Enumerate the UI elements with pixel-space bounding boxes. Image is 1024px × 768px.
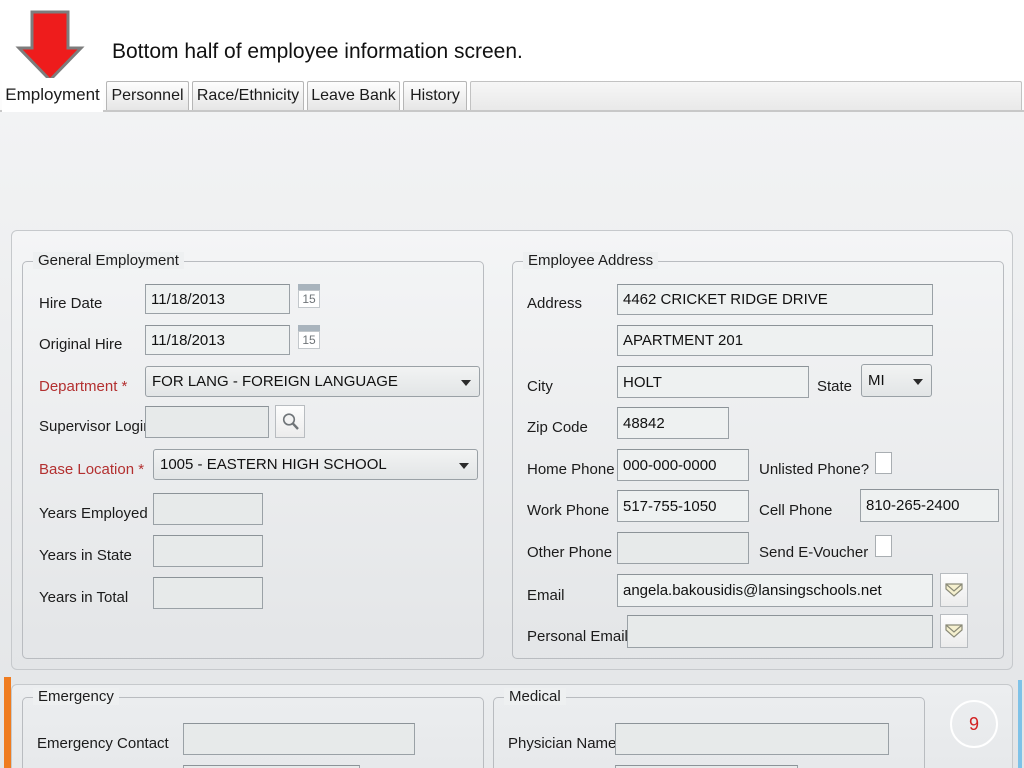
chevron-down-icon bbox=[461, 379, 471, 386]
search-icon bbox=[282, 413, 299, 430]
tab-leave-bank-label: Leave Bank bbox=[311, 87, 396, 104]
tab-employment[interactable]: Employment bbox=[2, 78, 103, 112]
emergency-contact-label: Emergency Contact bbox=[37, 735, 169, 752]
years-in-total-label: Years in Total bbox=[39, 589, 129, 606]
general-employment-group: General Employment Hire Date 11/18/2013 … bbox=[22, 252, 484, 659]
state-value: MI bbox=[868, 372, 885, 389]
tab-strip: Employment Personnel Race/Ethnicity Leav… bbox=[0, 78, 1024, 112]
tab-strip-filler bbox=[470, 81, 1022, 110]
slide-caption: Bottom half of employee information scre… bbox=[112, 40, 523, 63]
state-label: State bbox=[817, 378, 853, 395]
years-in-total-input[interactable] bbox=[153, 577, 263, 609]
personal-email-label: Personal Email bbox=[527, 628, 628, 645]
base-location-select[interactable]: 1005 - EASTERN HIGH SCHOOL bbox=[153, 449, 478, 480]
zip-code-input[interactable]: 48842 bbox=[617, 407, 729, 439]
tab-employment-label: Employment bbox=[5, 85, 100, 104]
supervisor-search-button[interactable] bbox=[275, 405, 305, 438]
department-select[interactable]: FOR LANG - FOREIGN LANGUAGE bbox=[145, 366, 480, 397]
years-employed-input[interactable] bbox=[153, 493, 263, 525]
medical-group: Medical Physician Name Physician Phone bbox=[493, 688, 925, 768]
home-phone-label: Home Phone bbox=[527, 461, 615, 478]
years-in-state-label: Years in State bbox=[39, 547, 132, 564]
emergency-contact-input[interactable] bbox=[183, 723, 415, 755]
supervisor-login-input[interactable] bbox=[145, 406, 269, 438]
base-location-label: Base Location * bbox=[39, 461, 145, 478]
other-phone-input[interactable] bbox=[617, 532, 749, 564]
city-input[interactable]: HOLT bbox=[617, 366, 809, 398]
tab-history[interactable]: History bbox=[403, 81, 467, 110]
right-accent-bar bbox=[1018, 680, 1022, 768]
cell-phone-label: Cell Phone bbox=[759, 502, 833, 519]
email-label: Email bbox=[527, 587, 565, 604]
send-evoucher-label: Send E-Voucher bbox=[759, 544, 869, 561]
down-arrow-icon bbox=[14, 8, 86, 84]
supervisor-login-label: Supervisor Login bbox=[39, 418, 152, 435]
other-phone-label: Other Phone bbox=[527, 544, 613, 561]
unlisted-phone-checkbox[interactable] bbox=[875, 452, 892, 474]
calendar-icon[interactable]: 15 bbox=[298, 325, 320, 349]
cell-phone-input[interactable]: 810-265-2400 bbox=[860, 489, 999, 522]
tab-personnel-label: Personnel bbox=[111, 87, 184, 104]
calendar-day-label: 15 bbox=[298, 290, 320, 308]
email-input[interactable]: angela.bakousidis@lansingschools.net bbox=[617, 574, 933, 607]
hire-date-input[interactable]: 11/18/2013 bbox=[145, 284, 290, 314]
physician-name-label: Physician Name bbox=[508, 735, 617, 752]
work-phone-input[interactable]: 517-755-1050 bbox=[617, 490, 749, 522]
years-in-state-input[interactable] bbox=[153, 535, 263, 567]
personal-email-send-button[interactable] bbox=[940, 614, 968, 648]
general-employment-legend: General Employment bbox=[33, 252, 184, 269]
address-line1-input[interactable]: 4462 CRICKET RIDGE DRIVE bbox=[617, 284, 933, 315]
chevron-down-icon bbox=[913, 378, 923, 385]
employee-address-legend: Employee Address bbox=[523, 252, 659, 269]
medical-legend: Medical bbox=[504, 688, 566, 705]
send-evoucher-checkbox[interactable] bbox=[875, 535, 892, 557]
work-phone-label: Work Phone bbox=[527, 502, 610, 519]
emergency-legend: Emergency bbox=[33, 688, 119, 705]
original-hire-label: Original Hire bbox=[39, 336, 123, 353]
upper-panel: General Employment Hire Date 11/18/2013 … bbox=[11, 230, 1013, 670]
tab-race-ethnicity[interactable]: Race/Ethnicity bbox=[192, 81, 304, 110]
slide-root: Bottom half of employee information scre… bbox=[0, 0, 1024, 768]
department-label: Department * bbox=[39, 378, 128, 395]
left-accent-bar bbox=[4, 677, 11, 768]
tab-leave-bank[interactable]: Leave Bank bbox=[307, 81, 400, 110]
tab-history-label: History bbox=[410, 87, 460, 104]
email-send-icon bbox=[945, 583, 963, 597]
base-location-value: 1005 - EASTERN HIGH SCHOOL bbox=[160, 456, 387, 473]
employee-address-group: Employee Address Address 4462 CRICKET RI… bbox=[512, 252, 1004, 659]
lower-panel: Emergency Emergency Contact Emergency Ph… bbox=[11, 684, 1013, 768]
department-value: FOR LANG - FOREIGN LANGUAGE bbox=[152, 373, 398, 390]
original-hire-input[interactable]: 11/18/2013 bbox=[145, 325, 290, 355]
home-phone-input[interactable]: 000-000-0000 bbox=[617, 449, 749, 481]
unlisted-phone-label: Unlisted Phone? bbox=[759, 461, 870, 478]
form-body: General Employment Hire Date 11/18/2013 … bbox=[0, 112, 1024, 768]
email-send-icon bbox=[945, 624, 963, 638]
page-number-badge: 9 bbox=[950, 700, 998, 748]
personal-email-input[interactable] bbox=[627, 615, 933, 648]
tab-personnel[interactable]: Personnel bbox=[106, 81, 189, 110]
tab-race-ethnicity-label: Race/Ethnicity bbox=[196, 87, 300, 104]
email-send-button[interactable] bbox=[940, 573, 968, 607]
chevron-down-icon bbox=[459, 462, 469, 469]
calendar-icon[interactable]: 15 bbox=[298, 284, 320, 308]
calendar-day-label: 15 bbox=[298, 331, 320, 349]
years-employed-label: Years Employed bbox=[39, 505, 148, 522]
zip-code-label: Zip Code bbox=[527, 419, 588, 436]
page-number-label: 9 bbox=[968, 713, 979, 734]
city-label: City bbox=[527, 378, 553, 395]
emergency-group: Emergency Emergency Contact Emergency Ph… bbox=[22, 688, 484, 768]
address-line2-input[interactable]: APARTMENT 201 bbox=[617, 325, 933, 356]
physician-name-input[interactable] bbox=[615, 723, 889, 755]
state-select[interactable]: MI bbox=[861, 364, 932, 397]
address-label: Address bbox=[527, 295, 583, 312]
hire-date-label: Hire Date bbox=[39, 295, 103, 312]
